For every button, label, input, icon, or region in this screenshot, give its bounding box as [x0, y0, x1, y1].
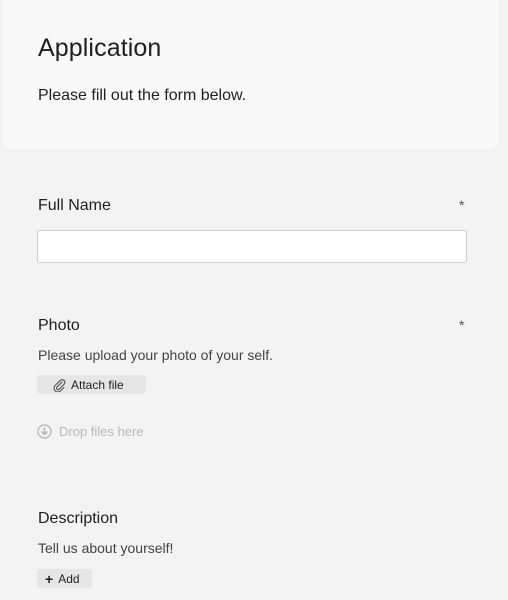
photo-required-marker: *	[459, 317, 465, 333]
full-name-input[interactable]	[37, 230, 467, 263]
add-label: Add	[58, 571, 80, 586]
form-header	[3, 0, 498, 150]
description-label: Description	[38, 510, 119, 527]
attach-file-label: Attach file	[71, 377, 124, 392]
full-name-required-marker: *	[459, 197, 465, 213]
full-name-label: Full Name	[38, 197, 111, 214]
add-description-button[interactable]: + Add	[37, 569, 92, 588]
page-title: Application	[38, 34, 162, 62]
dropzone-label: Drop files here	[59, 424, 144, 439]
paperclip-icon	[53, 378, 66, 392]
photo-label: Photo	[38, 317, 80, 334]
page-subtitle: Please fill out the form below.	[38, 87, 247, 104]
plus-icon: +	[45, 570, 54, 587]
file-dropzone[interactable]: Drop files here	[37, 424, 144, 439]
photo-help-text: Please upload your photo of your self.	[38, 347, 274, 363]
download-circle-icon	[37, 424, 52, 439]
description-help-text: Tell us about yourself!	[38, 540, 174, 556]
attach-file-button[interactable]: Attach file	[37, 375, 146, 394]
